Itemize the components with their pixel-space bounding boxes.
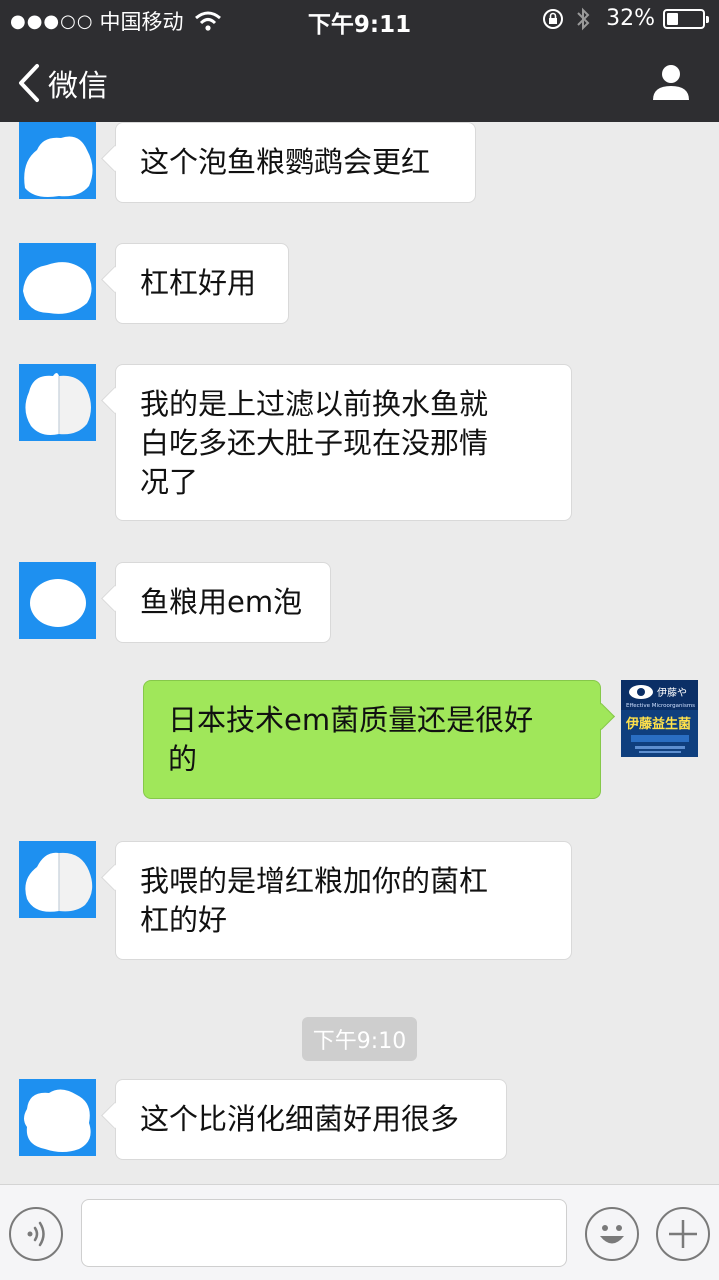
- top-bar: ●●●○○ 中国移动 下午9:11 32% 微信: [0, 0, 719, 122]
- back-button[interactable]: 微信: [16, 61, 108, 105]
- back-label: 微信: [48, 69, 108, 104]
- message-line: 这个泡鱼粮鹦鹉会更红: [140, 145, 431, 179]
- contact-avatar[interactable]: [19, 122, 96, 199]
- received-message-bubble[interactable]: 我的是上过滤以前换水鱼就 白吃多还大肚子现在没那情 况了: [115, 364, 572, 521]
- message-line: 我的是上过滤以前换水鱼就: [140, 387, 489, 421]
- chat-input-bar: [0, 1184, 719, 1280]
- contact-avatar[interactable]: [19, 562, 96, 639]
- navigation-bar: 微信: [0, 45, 719, 122]
- message-line: 日本技术em菌质量还是很好: [168, 703, 534, 737]
- received-message-bubble[interactable]: 鱼粮用em泡: [115, 562, 331, 643]
- contact-avatar[interactable]: [19, 1079, 96, 1156]
- product-name: 伊藤益生菌: [625, 716, 691, 732]
- message-line: 我喂的是增红粮加你的菌杠: [140, 864, 489, 898]
- message-line: 这个比消化细菌好用很多: [140, 1102, 460, 1136]
- message-line: 鱼粮用em泡: [140, 585, 303, 619]
- received-message-bubble[interactable]: 我喂的是增红粮加你的菌杠 杠的好: [115, 841, 572, 960]
- more-button[interactable]: [656, 1207, 710, 1261]
- received-message-bubble[interactable]: 杠杠好用: [115, 243, 289, 324]
- battery-percent: 32%: [606, 6, 655, 31]
- received-message-bubble[interactable]: 这个泡鱼粮鹦鹉会更红: [115, 122, 476, 203]
- contact-avatar[interactable]: [19, 243, 96, 320]
- message-line: 杠的好: [140, 903, 228, 937]
- brand-subtitle: Effective Microorganisms: [626, 703, 695, 709]
- contact-info-button[interactable]: [651, 62, 691, 102]
- message-timestamp: 下午9:10: [0, 1017, 719, 1061]
- message-input[interactable]: [81, 1199, 567, 1267]
- brand-name: 伊藤や: [657, 687, 687, 699]
- rotation-lock-icon: [543, 8, 564, 29]
- message-line: 况了: [140, 465, 199, 499]
- person-icon: [653, 65, 689, 100]
- emoji-icon: [600, 1225, 624, 1244]
- received-message-bubble[interactable]: 这个比消化细菌好用很多: [115, 1079, 507, 1160]
- message-line: 白吃多还大肚子现在没那情: [140, 426, 489, 460]
- battery-icon: [663, 8, 709, 29]
- emoji-button[interactable]: [585, 1207, 639, 1261]
- voice-button[interactable]: [9, 1207, 63, 1261]
- bluetooth-icon: [577, 7, 590, 30]
- contact-avatar[interactable]: [19, 841, 96, 918]
- chevron-left-icon: [19, 64, 39, 102]
- contact-avatar[interactable]: [19, 364, 96, 441]
- chat-area[interactable]: 这个泡鱼粮鹦鹉会更红 杠杠好用 我的是上过滤以前换水鱼就 白吃多还大肚子现在没那…: [0, 122, 719, 1184]
- sent-message-bubble[interactable]: 日本技术em菌质量还是很好 的: [143, 680, 601, 799]
- my-avatar[interactable]: 伊藤や Effective Microorganisms 伊藤益生菌: [621, 680, 698, 757]
- status-bar: ●●●○○ 中国移动 下午9:11 32%: [0, 0, 719, 40]
- plus-icon: [669, 1220, 697, 1248]
- timestamp-label: 下午9:10: [301, 1017, 418, 1061]
- message-line: 的: [168, 742, 198, 776]
- voice-icon: [27, 1221, 45, 1247]
- message-line: 杠杠好用: [140, 266, 257, 300]
